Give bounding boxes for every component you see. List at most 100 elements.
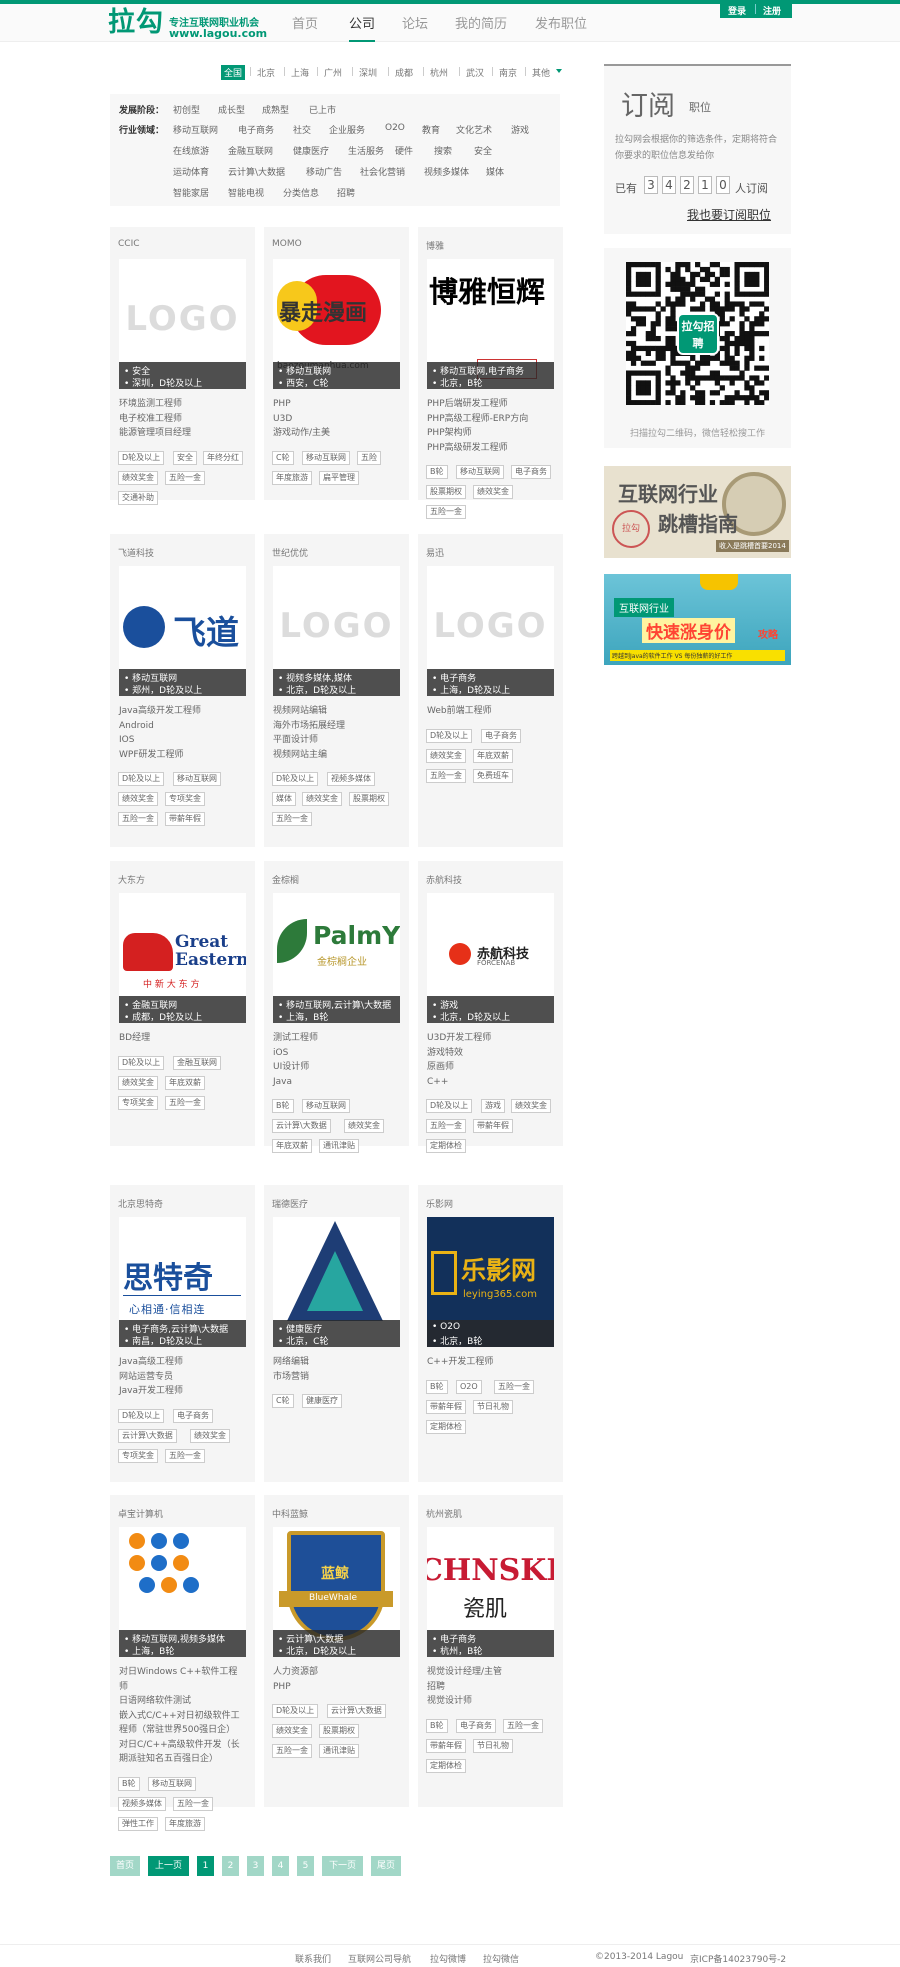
company-card[interactable]: 北京思特奇思特奇心相通·信相连电子商务,云计算\大数据南昌，D轮及以上 Java高… xyxy=(110,1185,255,1482)
company-card[interactable]: 金棕榈 PalmY 金棕榈企业移动互联网,云计算\大数据上海，B轮测试工程师iOSU… xyxy=(264,861,409,1153)
company-logo[interactable]: 健康医疗北京，C轮 xyxy=(273,1217,400,1347)
industry-option[interactable]: 安全 xyxy=(474,144,492,157)
footer-icp[interactable]: 京ICP备14023790号-2 xyxy=(690,1952,786,1965)
job-title[interactable]: PHP xyxy=(273,1680,403,1695)
footer-weibo[interactable]: 拉勾微博 xyxy=(430,1952,466,1965)
city-option[interactable]: 武汉 xyxy=(466,66,484,79)
company-logo[interactable]: 移动互联网,视频多媒体上海，B轮 xyxy=(119,1527,246,1657)
city-option[interactable]: 广州 xyxy=(324,66,342,79)
job-title[interactable]: 海外市场拓展经理 xyxy=(273,719,403,734)
company-name[interactable]: 卓宝计算机 xyxy=(118,1507,163,1520)
job-title[interactable]: U3D开发工程师 xyxy=(427,1031,557,1046)
company-name[interactable]: 中科蓝鲸 xyxy=(272,1507,308,1520)
industry-option[interactable]: 企业服务 xyxy=(329,123,365,136)
company-card[interactable]: 杭州瓷肌CHNSKI瓷肌电子商务杭州，B轮视觉设计经理/主管招聘视觉设计师B轮电… xyxy=(418,1495,563,1807)
industry-option[interactable]: 分类信息 xyxy=(283,186,319,199)
industry-option[interactable]: 智能电视 xyxy=(228,186,264,199)
company-name[interactable]: 易迅 xyxy=(426,546,444,559)
city-option[interactable]: 深圳 xyxy=(359,66,377,79)
company-card[interactable]: 乐影网乐影网leying365.comO2O北京，B轮C++开发工程师B轮O2O… xyxy=(418,1185,563,1482)
job-title[interactable]: U3D xyxy=(273,412,403,427)
job-title[interactable]: PHP高级研发工程师 xyxy=(427,441,557,456)
job-title[interactable]: UI设计师 xyxy=(273,1060,403,1075)
industry-option[interactable]: 运动体育 xyxy=(173,165,209,178)
company-logo[interactable]: CHNSKI 瓷肌电子商务杭州，B轮 xyxy=(427,1527,554,1657)
industry-option[interactable]: 社交 xyxy=(293,123,311,136)
company-card[interactable]: 易迅 LOGO 电子商务上海，D轮及以上 Web前端工程师 D轮及以上电子商务绩效奖金年… xyxy=(418,534,563,847)
job-title[interactable]: PHP架构师 xyxy=(427,426,557,441)
page-4[interactable]: 4 xyxy=(272,1856,289,1876)
company-card[interactable]: CCICLOGO安全深圳，D轮及以上环境监测工程师电子校准工程师能源管理项目经理… xyxy=(110,227,255,505)
page-next[interactable]: 下一页 xyxy=(322,1856,363,1876)
industry-option[interactable]: 云计算\大数据 xyxy=(228,165,285,178)
company-card[interactable]: 中科蓝鲸蓝鲸BlueWhale云计算\大数据北京，D轮及以上人力资源部PHPD轮… xyxy=(264,1495,409,1807)
job-title[interactable]: 网络编辑 xyxy=(273,1355,403,1370)
job-title[interactable]: WPF研发工程师 xyxy=(119,748,249,763)
company-card[interactable]: 大东方Great Eastern中 新 大 东 方金融互联网成都，D轮及以上BD… xyxy=(110,861,255,1146)
industry-option[interactable]: 硬件 xyxy=(395,144,413,157)
company-name[interactable]: 博雅 xyxy=(426,239,444,252)
job-title[interactable]: 视频网站主编 xyxy=(273,748,403,763)
company-card[interactable]: 博雅博雅恒辉移动互联网,电子商务北京，B轮 PHP后端研发工程师PHP高级工程师-… xyxy=(418,227,563,519)
job-title[interactable]: 视频网站编辑 xyxy=(273,704,403,719)
industry-option[interactable]: 搜索 xyxy=(434,144,452,157)
company-card[interactable]: 赤航科技赤航科技FORCENAB游戏北京，D轮及以上U3D开发工程师游戏特效原画… xyxy=(418,861,563,1153)
industry-option[interactable]: 在线旅游 xyxy=(173,144,209,157)
company-name[interactable]: 世纪优优 xyxy=(272,546,308,559)
job-title[interactable]: 游戏特效 xyxy=(427,1046,557,1061)
job-title[interactable]: 能源管理项目经理 xyxy=(119,426,249,441)
industry-option[interactable]: 招聘 xyxy=(337,186,355,199)
city-option[interactable]: 南京 xyxy=(499,66,517,79)
stage-option[interactable]: 成长型 xyxy=(218,103,245,116)
job-title[interactable]: Android xyxy=(119,719,249,734)
industry-option[interactable]: 金融互联网 xyxy=(228,144,273,157)
industry-option[interactable]: 教育 xyxy=(422,123,440,136)
salary-banner[interactable]: 互联网行业 快速涨身价 攻略 跨越到Java的软件工作 VS 每份独薪的好工作 xyxy=(604,574,791,665)
company-name[interactable]: CCIC xyxy=(118,239,140,249)
city-option[interactable]: 其他 xyxy=(532,66,550,79)
stage-option[interactable]: 成熟型 xyxy=(262,103,289,116)
job-title[interactable]: 对日Windows C++软件工程 xyxy=(119,1665,249,1680)
page-5[interactable]: 5 xyxy=(297,1856,314,1876)
company-logo[interactable]: 博雅恒辉移动互联网,电子商务北京，B轮 xyxy=(427,259,554,389)
job-title[interactable]: PHP后端研发工程师 xyxy=(427,397,557,412)
company-logo[interactable]: 蓝鲸 BlueWhale 云计算\大数据北京，D轮及以上 xyxy=(273,1527,400,1657)
industry-option[interactable]: 生活服务 xyxy=(348,144,384,157)
job-title[interactable]: PHP高级工程师-ERP方向 xyxy=(427,412,557,427)
job-title[interactable]: 程师（常驻世界500强日企） xyxy=(119,1723,249,1738)
industry-option[interactable]: 电子商务 xyxy=(238,123,274,136)
login-link[interactable]: 登录 xyxy=(728,4,746,17)
nav-home[interactable]: 首页 xyxy=(292,13,318,32)
company-name[interactable]: 北京思特奇 xyxy=(118,1197,163,1210)
job-title[interactable]: 测试工程师 xyxy=(273,1031,403,1046)
job-title[interactable]: Web前端工程师 xyxy=(427,704,557,719)
industry-option[interactable]: 视频多媒体 xyxy=(424,165,469,178)
company-logo[interactable]: 飞道移动互联网郑州，D轮及以上 xyxy=(119,566,246,696)
company-logo[interactable]: 暴走漫画baozoumanhua.com移动互联网西安，C轮 xyxy=(273,259,400,389)
page-last[interactable]: 尾页 xyxy=(371,1856,401,1876)
company-name[interactable]: 飞道科技 xyxy=(118,546,154,559)
footer-weixin[interactable]: 拉勾微信 xyxy=(483,1952,519,1965)
subscribe-link[interactable]: 我也要订阅职位 xyxy=(687,206,771,223)
job-title[interactable]: BD经理 xyxy=(119,1031,249,1046)
industry-option[interactable]: 移动互联网 xyxy=(173,123,218,136)
nav-post-job[interactable]: 发布职位 xyxy=(535,13,587,32)
industry-option[interactable]: 社会化营销 xyxy=(360,165,405,178)
page-2[interactable]: 2 xyxy=(222,1856,239,1876)
company-card[interactable]: MOMO 暴走漫画baozoumanhua.com移动互联网西安，C轮 PHPU3D… xyxy=(264,227,409,500)
company-logo[interactable]: Great Eastern 中 新 大 东 方金融互联网成都，D轮及以上 xyxy=(119,893,246,1023)
job-title[interactable]: 师 xyxy=(119,1680,249,1695)
job-title[interactable]: 环境监测工程师 xyxy=(119,397,249,412)
job-title[interactable]: 人力资源部 xyxy=(273,1665,403,1680)
job-title[interactable]: 原画师 xyxy=(427,1060,557,1075)
job-title[interactable]: 招聘 xyxy=(427,1680,557,1695)
guide-banner[interactable]: 互联网行业 跳槽指南 拉勾 收入是跳槽首要2014 xyxy=(604,466,791,558)
job-title[interactable]: 期派驻知名五百强日企） xyxy=(119,1752,249,1767)
company-logo[interactable]: PalmY 金棕榈企业移动互联网,云计算\大数据上海，B轮 xyxy=(273,893,400,1023)
city-option[interactable]: 杭州 xyxy=(430,66,448,79)
company-name[interactable]: 金棕榈 xyxy=(272,873,299,886)
industry-option[interactable]: O2O xyxy=(385,123,405,133)
company-name[interactable]: MOMO xyxy=(272,239,302,249)
company-name[interactable]: 瑞德医疗 xyxy=(272,1197,308,1210)
job-title[interactable]: C++ xyxy=(427,1075,557,1090)
